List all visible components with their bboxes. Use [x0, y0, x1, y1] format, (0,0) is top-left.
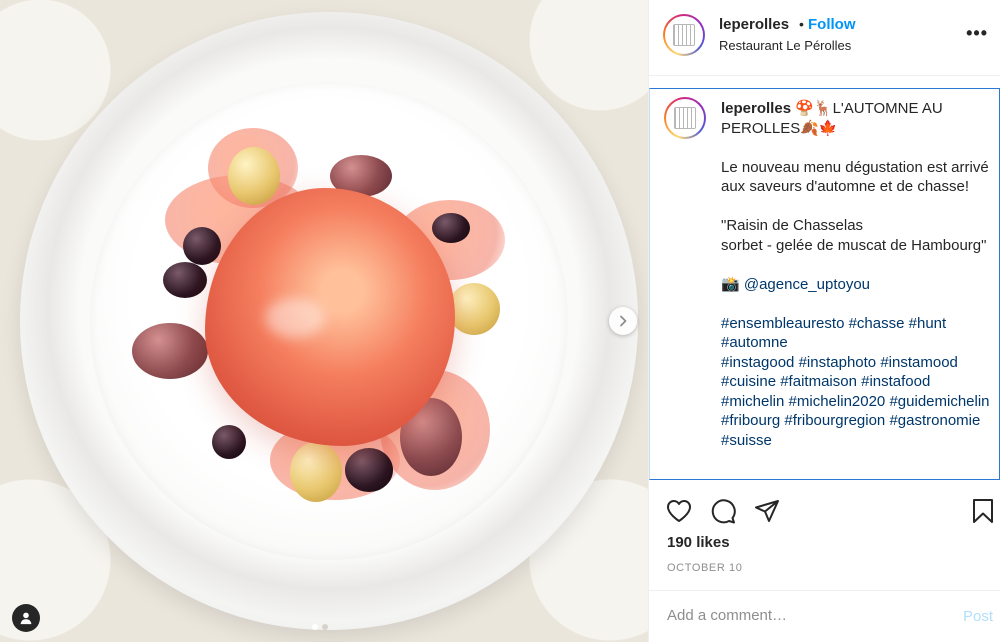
grape-dark [345, 448, 393, 492]
caption-dish-line: "Raisin de Chasselas [721, 217, 864, 234]
comments-scroll-area[interactable]: leperolles 🍄🦌L'AUTOMNE AU PEROLLES🍂🍁 Le … [649, 88, 1000, 480]
comment-icon [711, 499, 736, 524]
grape-green [228, 147, 280, 205]
hashtag-link[interactable]: #chasse [849, 315, 905, 332]
grape-dark [212, 425, 246, 459]
avatar[interactable] [663, 14, 705, 56]
hashtag-link[interactable]: #suisse [721, 432, 772, 449]
comment-bar: Post [649, 590, 1000, 642]
carousel-next-button[interactable] [609, 307, 637, 335]
post-actions [649, 494, 1000, 528]
post-photo[interactable] [0, 0, 648, 642]
hashtag-link[interactable]: #fribourgregion [784, 412, 885, 429]
grape-dark [183, 227, 221, 265]
hashtag-link[interactable]: #gastronomie [889, 412, 980, 429]
comment-input[interactable] [667, 607, 937, 624]
save-button[interactable] [969, 497, 997, 525]
hashtag-link[interactable]: #fribourg [721, 412, 780, 429]
hashtag-list: #ensembleauresto #chasse #hunt #automne … [721, 314, 991, 451]
carousel-dot-active [312, 624, 318, 630]
avatar-image [665, 16, 703, 54]
follow-button[interactable]: Follow [808, 16, 856, 33]
hashtag-link[interactable]: #ensembleauresto [721, 315, 844, 332]
bookmark-icon [973, 499, 993, 523]
grape-green [448, 283, 500, 335]
send-icon [755, 500, 779, 522]
hashtag-link[interactable]: #hunt [909, 315, 947, 332]
hashtag-link[interactable]: #instagood [721, 354, 794, 371]
hashtag-link[interactable]: #instafood [861, 373, 930, 390]
likes-count[interactable]: 190 likes [667, 534, 730, 551]
hashtag-link[interactable]: #guidemichelin [889, 393, 989, 410]
logo-icon [674, 107, 696, 129]
like-button[interactable] [665, 497, 693, 525]
avatar-image [666, 99, 704, 137]
grape-red [132, 323, 208, 379]
avatar[interactable] [664, 97, 706, 139]
separator-dot: • [799, 16, 804, 32]
hashtag-link[interactable]: #automne [721, 333, 991, 353]
more-options-icon[interactable]: ••• [966, 23, 988, 44]
camera-icon: 📸 [721, 275, 740, 293]
hashtag-link[interactable]: #michelin2020 [789, 393, 886, 410]
caption-paragraph: Le nouveau menu dégustation est arrivé a… [721, 158, 989, 196]
tagged-users-button[interactable] [12, 604, 40, 632]
hashtag-link[interactable]: #instamood [880, 354, 958, 371]
logo-icon [673, 24, 695, 46]
mention-link[interactable]: @agence_uptoyou [744, 276, 870, 293]
grape-dark [432, 213, 470, 243]
hashtag-link[interactable]: #instaphoto [799, 354, 877, 371]
jelly-dessert [205, 188, 455, 446]
user-icon [20, 612, 32, 625]
hashtag-link[interactable]: #faitmaison [780, 373, 857, 390]
post-date[interactable]: OCTOBER 10 [667, 562, 743, 574]
carousel-dot [322, 624, 328, 630]
chevron-right-icon [620, 315, 627, 327]
post-comment-button[interactable]: Post [963, 608, 993, 625]
heart-icon [667, 500, 691, 522]
carousel-indicator [312, 624, 328, 630]
post-caption: leperolles 🍄🦌L'AUTOMNE AU PEROLLES🍂🍁 Le … [721, 99, 991, 450]
share-button[interactable] [753, 497, 781, 525]
username-link[interactable]: leperolles [719, 16, 789, 33]
caption-username-link[interactable]: leperolles [721, 100, 791, 117]
grape-green [290, 442, 342, 502]
hashtag-link[interactable]: #michelin [721, 393, 784, 410]
comment-button[interactable] [709, 497, 737, 525]
caption-dish-line: sorbet - gelée de muscat de Hambourg" [721, 236, 987, 254]
grape-dark [163, 262, 207, 298]
hashtag-link[interactable]: #cuisine [721, 373, 776, 390]
post-header: leperolles • Follow Restaurant Le Péroll… [649, 0, 1000, 76]
location-link[interactable]: Restaurant Le Pérolles [719, 38, 851, 53]
post-side-panel: leperolles • Follow Restaurant Le Péroll… [648, 0, 1000, 642]
